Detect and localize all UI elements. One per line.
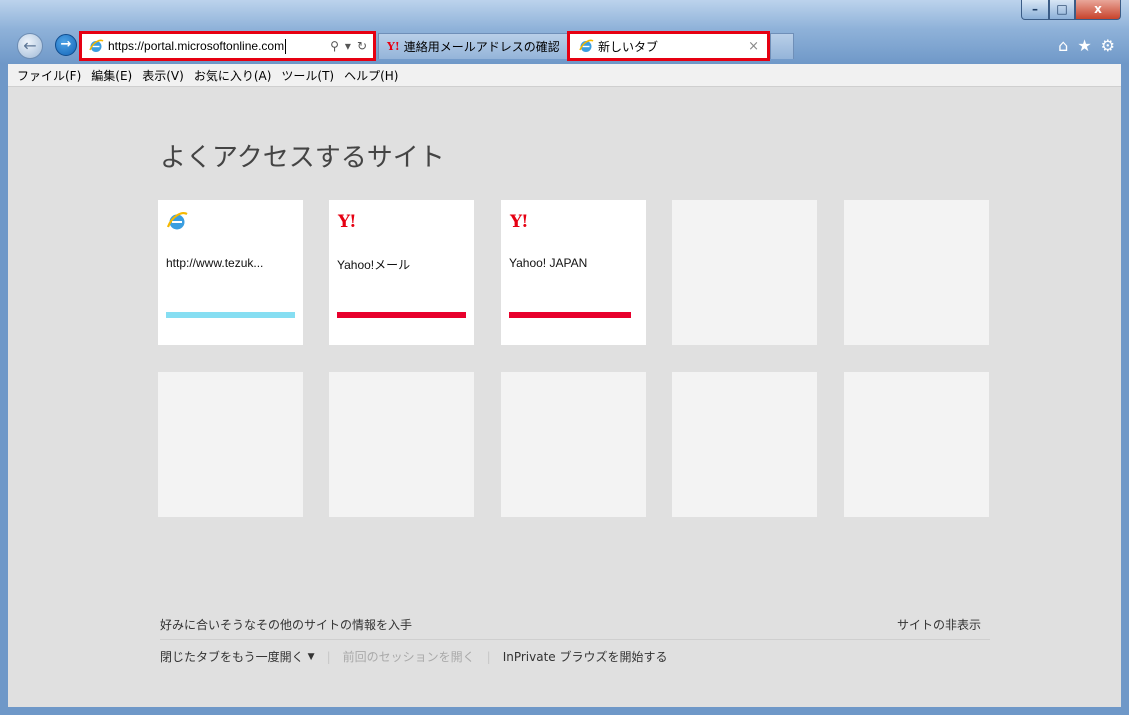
site-tile-yahoo-mail[interactable]: Y! Yahoo!メール — [329, 200, 474, 345]
close-window-button[interactable]: x — [1075, 0, 1121, 20]
dropdown-icon[interactable]: ▾ — [345, 39, 351, 53]
close-tab-icon[interactable]: × — [748, 39, 759, 54]
empty-tile — [329, 372, 474, 517]
tab-new-tab[interactable]: 新しいタブ × — [567, 31, 770, 61]
menu-view[interactable]: 表示(V) — [137, 67, 189, 84]
separator: | — [326, 649, 331, 664]
hide-sites-link[interactable]: サイトの非表示 — [897, 616, 981, 633]
empty-tile — [844, 372, 989, 517]
tab-label: 新しいタブ — [598, 39, 659, 54]
window-bottom-border — [0, 707, 1129, 715]
tile-title: Yahoo! JAPAN — [509, 256, 588, 270]
empty-tile — [844, 200, 989, 345]
footer-links: 閉じたタブをもう一度開く ▼ | 前回のセッションを開く | InPrivate… — [160, 648, 667, 665]
favorites-star-icon[interactable]: ★ — [1077, 36, 1091, 55]
reopen-session-link: 前回のセッションを開く — [342, 650, 475, 664]
new-tab-button[interactable] — [770, 33, 794, 59]
tile-title: http://www.tezuk... — [166, 256, 264, 270]
page-title: よくアクセスするサイト — [160, 143, 445, 173]
yahoo-icon: Y! — [338, 212, 357, 232]
home-icon[interactable]: ⌂ — [1058, 36, 1068, 55]
suggest-sites-link[interactable]: 好みに合いそうなその他のサイトの情報を入手 — [160, 616, 412, 633]
tile-color-bar — [337, 312, 466, 318]
site-tile-tezuk[interactable]: http://www.tezuk... — [158, 200, 303, 345]
new-tab-page: よくアクセスするサイト http://www.tezuk... Y! Yahoo… — [8, 87, 1121, 707]
title-bar: – □ x ← → https://portal.microsoftonline… — [0, 0, 1129, 64]
empty-tile — [672, 200, 817, 345]
ie-icon — [89, 39, 104, 52]
menu-help[interactable]: ヘルプ(H) — [339, 67, 403, 84]
menu-tools[interactable]: ツール(T) — [276, 67, 339, 84]
forward-button[interactable]: → — [55, 34, 77, 56]
window-left-border — [0, 64, 8, 715]
tile-color-bar — [509, 312, 631, 318]
menu-file[interactable]: ファイル(F) — [12, 67, 86, 84]
window-right-border — [1121, 64, 1129, 715]
address-url[interactable]: https://portal.microsoftonline.com — [108, 39, 284, 53]
text-caret — [285, 38, 287, 54]
menu-bar: ファイル(F) 編集(E) 表示(V) お気に入り(A) ツール(T) ヘルプ(… — [8, 64, 1121, 87]
yahoo-icon: Y! — [387, 40, 400, 53]
inprivate-link[interactable]: InPrivate ブラウズを開始する — [503, 648, 668, 665]
empty-tile — [158, 372, 303, 517]
window-controls: – □ x — [1021, 0, 1121, 22]
maximize-button[interactable]: □ — [1049, 0, 1075, 20]
reopen-closed-tabs-link[interactable]: 閉じたタブをもう一度開く — [160, 648, 304, 665]
tab-label: 連絡用メールアドレスの確認 ... — [403, 40, 559, 54]
minimize-button[interactable]: – — [1021, 0, 1049, 20]
separator: | — [486, 649, 491, 664]
menu-edit[interactable]: 編集(E) — [86, 67, 137, 84]
empty-tile — [501, 372, 646, 517]
yahoo-icon: Y! — [510, 212, 529, 232]
search-icon[interactable]: ⚲ — [330, 39, 339, 53]
address-bar[interactable]: https://portal.microsoftonline.com ⚲ ▾ ↻ — [79, 31, 376, 61]
footer-divider — [160, 639, 990, 640]
tile-color-bar — [166, 312, 295, 318]
refresh-icon[interactable]: ↻ — [357, 39, 367, 53]
site-tile-yahoo-japan[interactable]: Y! Yahoo! JAPAN — [501, 200, 646, 345]
chevron-down-icon[interactable]: ▼ — [308, 652, 315, 662]
back-button[interactable]: ← — [17, 33, 43, 59]
empty-tile — [672, 372, 817, 517]
tile-title: Yahoo!メール — [337, 258, 411, 272]
ie-icon — [166, 212, 188, 230]
gear-icon[interactable]: ⚙ — [1101, 36, 1115, 55]
tab-mail-confirmation[interactable]: Y! 連絡用メールアドレスの確認 ... — [378, 33, 568, 59]
menu-favorites[interactable]: お気に入り(A) — [189, 67, 277, 84]
ie-icon — [579, 39, 594, 52]
